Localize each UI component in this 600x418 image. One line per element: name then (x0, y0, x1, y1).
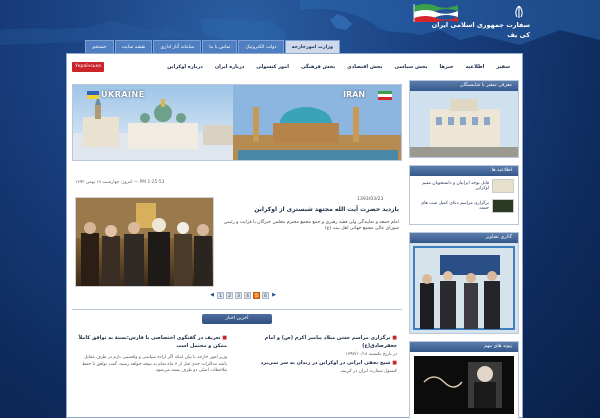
pager-page-6[interactable]: 6 (262, 292, 269, 299)
tab-contact-us[interactable]: تماس با ما (202, 40, 238, 53)
headline-photo[interactable] (75, 197, 214, 287)
nav-political[interactable]: بخش سیاسی (388, 64, 433, 70)
important-links-box: پیوند های مهم (409, 341, 519, 418)
embassy-title-line2: کی یف (507, 31, 530, 39)
notice-item[interactable]: قابل توجه ایرانیان و دانشجویان مقیم اوکر… (410, 176, 518, 196)
latest-news-right-sub2: کنسول سفارت ایران در کی‌یف (340, 368, 397, 374)
latest-news-right-lead[interactable]: ■ برگزاری مراسم جشن میلاد پیامبر اکرم (ص… (242, 334, 397, 350)
notice-text[interactable]: برگزاری مراسم دعای کمیل شب های جمعه (414, 201, 489, 212)
current-date: امروز: چهارشنبه ۱۸ بهمن ۱۳۹۲ — PM 1:25:5… (75, 180, 165, 185)
nav-about-ukraine[interactable]: درباره اوکراین (161, 64, 209, 70)
ukrainian-language-button[interactable]: Українська (72, 62, 104, 72)
pager-prev-icon[interactable]: ◀ (209, 292, 215, 299)
tab-search[interactable]: جستجو (85, 40, 114, 53)
pager-page-5[interactable]: 5 (253, 292, 260, 299)
nav-notices[interactable]: اطلاعیه (460, 64, 491, 70)
latest-news-right-lead-text[interactable]: برگزاری مراسم جشن میلاد پیامبر اکرم (ص) … (265, 335, 397, 349)
banner-label-ukraine: UKRAINE (101, 90, 145, 99)
nav-economic[interactable]: بخش اقتصادی (341, 64, 388, 70)
notice-thumbnail (492, 199, 514, 213)
top-tab-bar: وزارت امورخارجه دولت الکترونیک تماس با م… (66, 40, 340, 53)
pager-page-4[interactable]: 4 (244, 292, 251, 299)
latest-news-right-date: در تاریخ یکشنبه ۱۳۹۳/۱۰/۱۸ (345, 352, 397, 357)
notice-item[interactable]: برگزاری مراسم دعای کمیل شب های جمعه (410, 196, 518, 216)
notices-box: اطلاعیه ها قابل توجه ایرانیان و دانشجویا… (409, 165, 519, 225)
gallery-box: گالری تصاویر (409, 232, 519, 334)
nav-consular[interactable]: امور کنسولی (250, 64, 295, 70)
embassy-title-line1: سفارت جمهوری اسلامی ایران (431, 21, 530, 29)
latest-news-right-column: ■ برگزاری مراسم جشن میلاد پیامبر اکرم (ص… (242, 334, 397, 375)
headline-date: 1393/03/23 (357, 197, 384, 202)
embassy-title: سفارت جمهوری اسلامی ایران کی یف (410, 20, 530, 40)
latest-news-right-lead2-text[interactable]: شیخ نجفی ایرانی در اوکراین در زندان به س… (261, 360, 391, 366)
latest-news-section: آخرین اخبار ■ تعریف در گفتگوی اختصاصی با… (72, 309, 402, 418)
bullet-icon: ■ (390, 359, 397, 366)
latest-news-left-column: ■ تعریف در گفتگوی اختصاصی با فارس:بستهٔ … (77, 334, 227, 375)
gallery-heading: گالری تصاویر (410, 233, 518, 243)
ambassador-heading: معرفی سفیر با شایستگان (410, 81, 518, 91)
banner-label-iran: IRAN (343, 90, 366, 99)
pager-page-3[interactable]: 3 (235, 292, 242, 299)
embassy-building-photo[interactable] (410, 91, 518, 157)
pager-page-1[interactable]: 1 (217, 292, 224, 299)
tab-e-government[interactable]: دولت الکترونیک (238, 40, 284, 53)
ambassador-box: معرفی سفیر با شایستگان (409, 80, 519, 158)
notices-heading: اطلاعیه ها (410, 166, 518, 176)
latest-news-left-body: وزیر امور خارجه با بیان اینکه اگر اراده … (82, 355, 227, 374)
gallery-photo[interactable] (410, 243, 518, 333)
pager-page-2[interactable]: 2 (226, 292, 233, 299)
main-panel: سفیر اطلاعیه خبرها بخش سیاسی بخش اقتصادی… (66, 53, 523, 418)
important-links-heading: پیوند های مهم (410, 342, 518, 352)
pager-next-icon[interactable]: ▶ (271, 292, 277, 299)
tab-site-map[interactable]: نقشه سایت (114, 40, 153, 53)
nav-cultural[interactable]: بخش فرهنگی (295, 64, 341, 70)
notice-text[interactable]: قابل توجه ایرانیان و دانشجویان مقیم اوکر… (414, 181, 489, 192)
latest-news-left-lead[interactable]: ■ تعریف در گفتگوی اختصاصی با فارس:بستهٔ … (77, 334, 227, 350)
latest-news-left-lead-text[interactable]: تعریف در گفتگوی اختصاصی با فارس:بستهٔ به… (78, 335, 227, 349)
latest-news-right-lead2[interactable]: ■ شیخ نجفی ایرانی در اوکراین در زندان به… (242, 359, 397, 367)
iran-emblem-icon (515, 5, 523, 18)
leader-link-banner[interactable] (410, 352, 518, 418)
headline-pager: ◀ 1 2 3 4 5 6 ▶ (209, 292, 277, 299)
banner-ukraine-iran: UKRAINE IRAN (72, 84, 402, 161)
notice-thumbnail (492, 179, 514, 193)
iran-flag-icon (413, 4, 458, 22)
latest-news-heading: آخرین اخبار (202, 314, 272, 324)
nav-ambassador[interactable]: سفیر (490, 64, 516, 70)
bullet-icon: ■ (390, 335, 397, 341)
tab-foreign-ministry[interactable]: وزارت امورخارجه (284, 40, 340, 53)
nav-news[interactable]: خبرها (434, 64, 460, 70)
main-navigation: سفیر اطلاعیه خبرها بخش سیاسی بخش اقتصادی… (67, 59, 522, 74)
headline-title[interactable]: بازدید حضرت آیت الله مجتهد شبستری از اوک… (217, 206, 399, 213)
tab-admin-system[interactable]: سامانه آثار اداری (153, 40, 202, 53)
headline-description: امام جمعه و نمایندگی ولی‌ فقیه رهبری و ج… (224, 220, 399, 232)
nav-about-iran[interactable]: درباره ایران (209, 64, 250, 70)
bullet-icon: ■ (220, 335, 227, 341)
